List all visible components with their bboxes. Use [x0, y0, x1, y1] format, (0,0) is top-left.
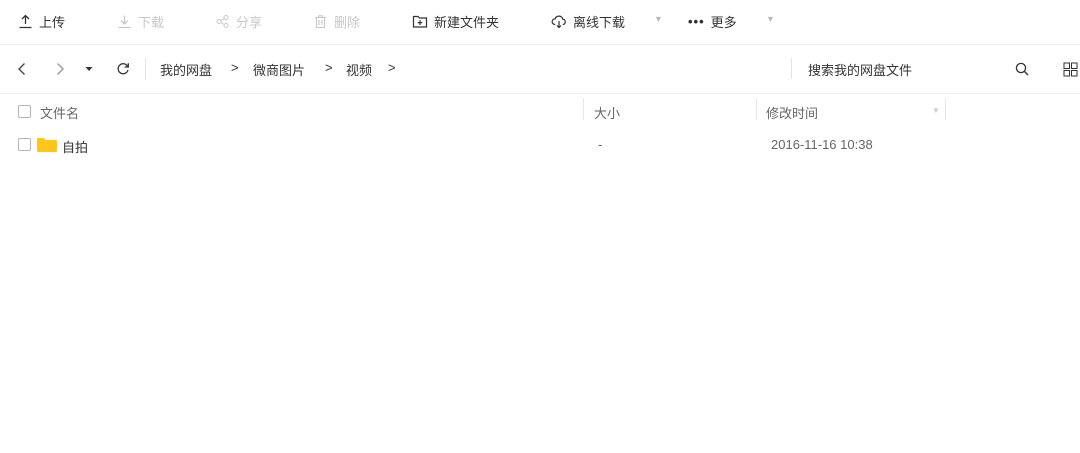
forward-icon[interactable] — [53, 60, 67, 78]
breadcrumb-separator: > — [388, 60, 396, 75]
cloud-download-icon — [551, 14, 567, 29]
breadcrumb-item-current: 视频 — [346, 63, 373, 78]
select-all-checkbox[interactable] — [18, 105, 31, 118]
upload-icon — [18, 14, 33, 29]
toolbar: 上传 下载 分享 删除 新建文件夹 离线下载 ▼ ••• 更多 ▼ — [0, 0, 1080, 45]
breadcrumb-separator: > — [325, 60, 333, 75]
more-caret-icon[interactable]: ▼ — [766, 14, 775, 24]
sort-caret-icon[interactable]: ▼ — [932, 106, 940, 115]
download-button[interactable]: 下载 — [117, 11, 164, 31]
delete-icon — [313, 14, 328, 29]
delete-label: 删除 — [334, 14, 361, 30]
more-button[interactable]: ••• 更多 — [688, 11, 737, 31]
search-icon[interactable] — [1014, 60, 1030, 78]
folder-icon — [37, 138, 57, 155]
breadcrumb-item-root[interactable]: 我的网盘 — [160, 60, 212, 79]
file-modified: 2016-11-16 10:38 — [771, 137, 873, 152]
column-header-name[interactable]: 文件名 — [40, 103, 79, 122]
file-size: - — [598, 137, 603, 152]
nav-divider — [145, 58, 146, 79]
column-divider[interactable] — [945, 98, 946, 120]
file-list-header: 文件名 大小 修改时间 ▼ — [0, 94, 1080, 128]
grid-view-icon[interactable] — [1061, 60, 1079, 78]
new-folder-icon — [412, 14, 428, 29]
search-input[interactable]: 搜索我的网盘文件 — [808, 60, 912, 79]
upload-label: 上传 — [39, 14, 66, 30]
breadcrumb-item-weishang[interactable]: 微商图片 — [253, 60, 305, 79]
upload-button[interactable]: 上传 — [18, 11, 65, 31]
column-header-modified[interactable]: 修改时间 — [766, 103, 818, 122]
offline-download-caret-icon[interactable]: ▼ — [654, 14, 663, 24]
download-label: 下载 — [138, 14, 165, 30]
breadcrumb-separator: > — [231, 60, 239, 75]
share-icon — [215, 14, 230, 29]
more-label: 更多 — [710, 14, 737, 30]
new-folder-button[interactable]: 新建文件夹 — [412, 11, 499, 31]
history-dropdown-icon[interactable] — [84, 60, 94, 78]
search-divider — [791, 58, 792, 79]
navigation-bar: 我的网盘 > 微商图片 > 视频 > 搜索我的网盘文件 — [0, 45, 1080, 94]
back-icon[interactable] — [15, 60, 29, 78]
download-icon — [117, 14, 132, 29]
delete-button[interactable]: 删除 — [313, 11, 360, 31]
new-folder-label: 新建文件夹 — [434, 14, 500, 30]
column-divider[interactable] — [583, 98, 584, 120]
share-label: 分享 — [236, 14, 263, 30]
offline-download-button[interactable]: 离线下载 — [551, 11, 625, 31]
more-dots-icon: ••• — [688, 13, 705, 29]
file-name[interactable]: 自拍 — [62, 137, 88, 156]
offline-download-label: 离线下载 — [573, 14, 626, 30]
refresh-icon[interactable] — [115, 60, 131, 78]
column-header-size[interactable]: 大小 — [594, 103, 620, 122]
share-button[interactable]: 分享 — [215, 11, 262, 31]
column-divider[interactable] — [756, 98, 757, 120]
table-row[interactable]: 自拍 - 2016-11-16 10:38 — [0, 130, 1080, 160]
row-checkbox[interactable] — [18, 138, 31, 151]
